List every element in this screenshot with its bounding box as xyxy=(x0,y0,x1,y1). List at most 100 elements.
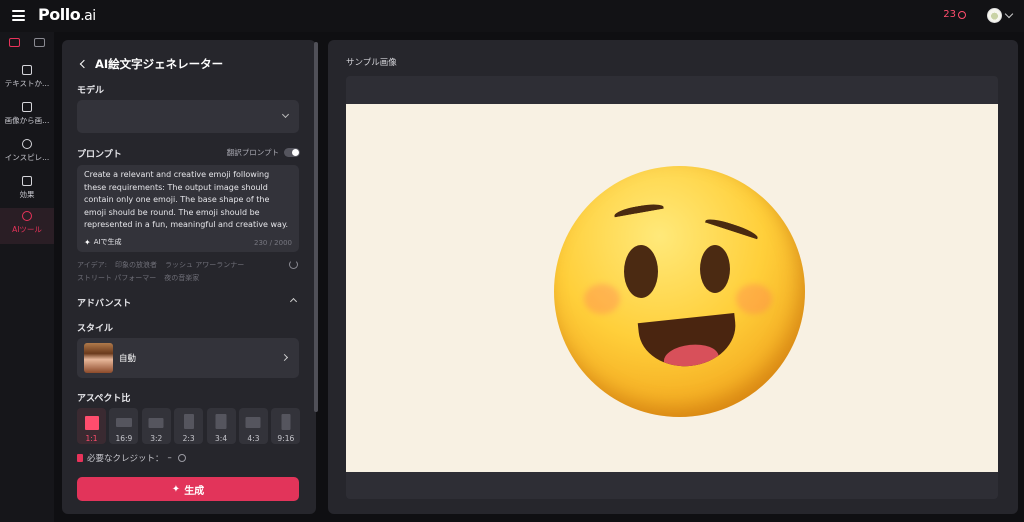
ratio-option-3-2[interactable]: 3:2 xyxy=(141,408,171,444)
prompt-text[interactable]: Create a relevant and creative emoji fol… xyxy=(84,169,292,232)
right-eyebrow xyxy=(703,215,760,244)
idea-chip[interactable]: ラッシュ アワーランナー xyxy=(165,261,244,269)
ideas-label: アイデア: xyxy=(77,261,108,269)
credits-count: 23 xyxy=(943,9,956,20)
top-bar: Pollo.ai 23 xyxy=(0,0,1024,32)
sidebar: テキストか... 画像から画... インスピレ... 効果 AIツール xyxy=(0,32,54,522)
left-cheek xyxy=(584,284,620,314)
ratio-shape xyxy=(84,416,99,430)
ratio-option-1-1[interactable]: 1:1 xyxy=(77,408,106,444)
image-icon xyxy=(22,102,32,112)
aspect-ratio-options: 1:1 16:9 3:2 2:3 3:4 4:3 9:16 xyxy=(77,408,301,444)
panel-header: AI絵文字ジェネレーター xyxy=(78,56,223,72)
char-count: 230 / 2000 xyxy=(254,239,292,247)
prompt-ideas: アイデア: 印象の放浪者 ラッシュ アワーランナーストリート パフォーマー 夜の音楽家 xyxy=(77,259,282,285)
mouth xyxy=(637,313,740,371)
idea-chip[interactable]: 印象の放浪者 xyxy=(115,261,157,269)
emoji-image xyxy=(554,166,805,417)
generate-button[interactable]: ✦ 生成 xyxy=(77,477,299,501)
sidebar-item-ai-tools[interactable]: AIツール xyxy=(0,208,54,244)
ratio-shape xyxy=(281,414,291,430)
ratio-label: 2:3 xyxy=(182,434,195,443)
credits-badge[interactable]: 23 xyxy=(943,9,966,20)
advanced-label: アドバンスト xyxy=(77,299,132,309)
sidebar-item-effects[interactable]: 効果 xyxy=(0,173,54,209)
ratio-option-16-9[interactable]: 16:9 xyxy=(109,408,139,444)
model-label: モデル xyxy=(77,86,105,96)
advanced-toggle[interactable]: アドバンスト xyxy=(77,296,299,309)
idea-chip[interactable]: 夜の音楽家 xyxy=(164,274,199,282)
compass-icon xyxy=(22,139,32,149)
ratio-label: 9:16 xyxy=(277,434,295,443)
ratio-shape xyxy=(245,417,261,428)
effects-icon xyxy=(22,176,32,186)
sidebar-item-text-to-image[interactable]: テキストか... xyxy=(0,62,54,98)
model-select[interactable] xyxy=(77,100,299,133)
sidebar-item-image-to-image[interactable]: 画像から画... xyxy=(0,99,54,135)
prompt-input[interactable]: Create a relevant and creative emoji fol… xyxy=(77,165,299,252)
ratio-shape xyxy=(215,414,227,429)
sidebar-item-label: 画像から画... xyxy=(4,116,50,125)
sparkle-icon: ✦ xyxy=(171,483,181,495)
style-value: 自動 xyxy=(119,354,137,364)
ratio-label: 3:2 xyxy=(150,434,163,443)
image-mode-icon[interactable] xyxy=(9,38,20,47)
credit-icon xyxy=(77,454,83,462)
credits-required-label: 必要なクレジット： xyxy=(87,454,164,464)
image-icon xyxy=(22,65,32,75)
ratio-label: 16:9 xyxy=(115,434,133,443)
ratio-label: 1:1 xyxy=(85,434,98,443)
prompt-label: プロンプト xyxy=(77,150,122,160)
video-mode-icon[interactable] xyxy=(34,38,45,47)
logo-suffix: .ai xyxy=(80,8,96,24)
sidebar-item-inspiration[interactable]: インスピレ... xyxy=(0,136,54,172)
style-selector[interactable]: 自動 xyxy=(77,338,299,378)
ai-generate-label: AIで生成 xyxy=(93,238,122,246)
back-icon[interactable] xyxy=(79,59,89,69)
ratio-option-9-16[interactable]: 9:16 xyxy=(271,408,301,444)
ratio-label: 4:3 xyxy=(247,434,260,443)
chevron-down-icon xyxy=(281,110,290,119)
sidebar-item-label: テキストか... xyxy=(4,79,50,88)
info-icon[interactable] xyxy=(177,454,186,462)
generator-panel: AI絵文字ジェネレーター モデル プロンプト 翻訳プロンプト Create a … xyxy=(62,40,316,514)
credits-required: 必要なクレジット： – xyxy=(77,452,186,464)
preview-frame xyxy=(346,76,998,499)
preview-label: サンプル画像 xyxy=(346,58,397,68)
ratio-option-3-4[interactable]: 3:4 xyxy=(206,408,236,444)
ratio-option-4-3[interactable]: 4:3 xyxy=(238,408,268,444)
ratio-option-2-3[interactable]: 2:3 xyxy=(174,408,204,444)
ratio-label: 3:4 xyxy=(215,434,228,443)
refresh-icon[interactable] xyxy=(289,260,298,269)
left-eye xyxy=(624,245,658,298)
ai-generate-button[interactable]: ✦ AIで生成 xyxy=(84,237,122,247)
right-cheek xyxy=(736,284,772,314)
sidebar-item-label: 効果 xyxy=(19,190,35,199)
left-eyebrow xyxy=(613,201,665,222)
logo[interactable]: Pollo.ai xyxy=(38,5,96,24)
mode-toggle xyxy=(0,38,54,54)
style-thumbnail xyxy=(84,343,113,373)
ratio-shape xyxy=(148,418,164,428)
chevron-up-icon xyxy=(289,297,298,306)
ratio-shape xyxy=(115,418,132,427)
generate-label: 生成 xyxy=(184,485,205,497)
chevron-down-icon[interactable] xyxy=(1004,9,1014,19)
ratio-shape xyxy=(183,414,194,429)
menu-icon[interactable] xyxy=(12,10,25,21)
sparkle-icon: ✦ xyxy=(84,237,91,247)
sample-image xyxy=(346,104,998,472)
sidebar-item-label: インスピレ... xyxy=(4,153,50,162)
chevron-right-icon xyxy=(280,353,289,362)
aspect-ratio-label: アスペクト比 xyxy=(77,394,131,404)
avatar[interactable] xyxy=(987,8,1002,23)
panel-scrollbar[interactable] xyxy=(314,42,318,412)
right-eye xyxy=(700,245,730,293)
style-label: スタイル xyxy=(77,324,114,334)
tongue xyxy=(662,342,721,371)
preview-panel: サンプル画像 xyxy=(328,40,1018,514)
idea-chip[interactable]: ストリート パフォーマー xyxy=(77,274,156,282)
translate-toggle[interactable] xyxy=(284,148,300,157)
page-title: AI絵文字ジェネレーター xyxy=(95,57,224,71)
ai-tools-icon xyxy=(22,211,32,221)
